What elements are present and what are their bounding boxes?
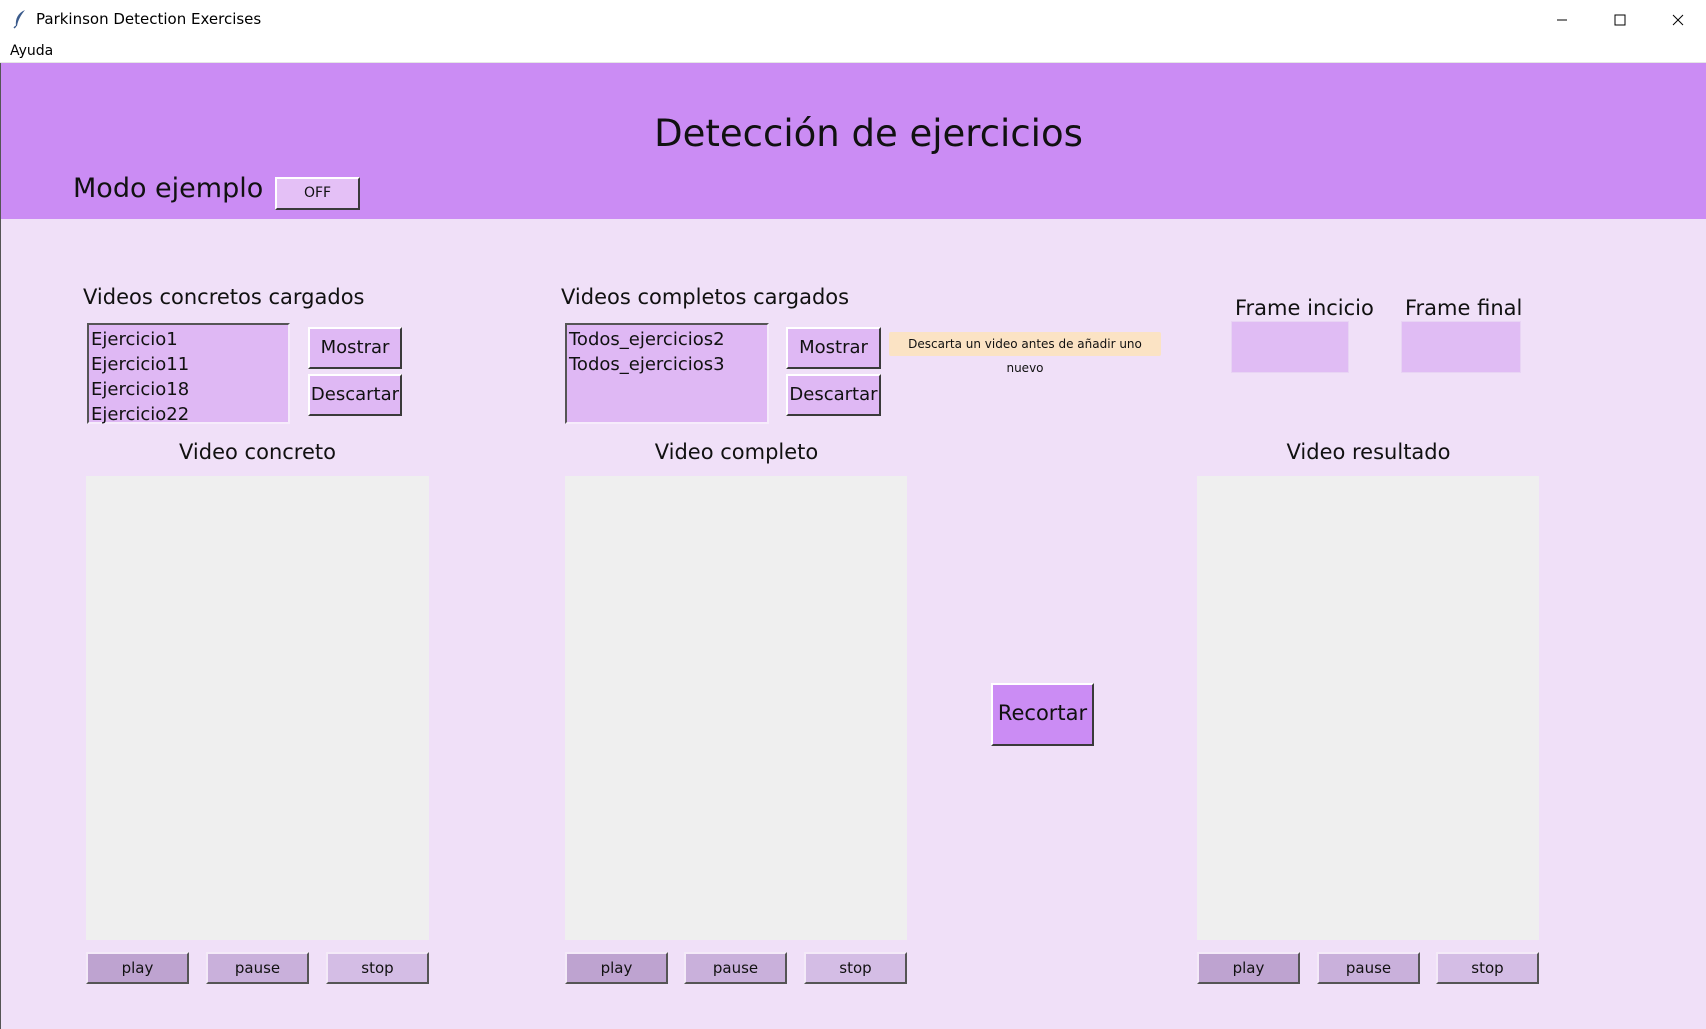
concretos-discard-button[interactable]: Descartar — [308, 374, 402, 416]
completo-play-button[interactable]: play — [565, 952, 668, 984]
list-item[interactable]: Ejercicio11 — [91, 352, 288, 377]
window-title: Parkinson Detection Exercises — [36, 10, 262, 28]
menu-bar — [0, 39, 1706, 63]
completo-pause-button[interactable]: pause — [684, 952, 787, 984]
frame-end-label: Frame final — [1405, 296, 1523, 320]
video-resultado-label: Video resultado — [1286, 440, 1451, 464]
resultado-stop-button[interactable]: stop — [1436, 952, 1539, 984]
video-concreto-label: Video concreto — [179, 440, 336, 464]
page-title: Detección de ejercicios — [654, 112, 1083, 155]
concretos-listbox[interactable]: Ejercicio1 Ejercicio11 Ejercicio18 Ejerc… — [87, 323, 290, 427]
discard-tooltip: Descarta un video antes de añadir uno nu… — [889, 332, 1161, 375]
list-item[interactable]: Ejercicio22 — [91, 402, 288, 427]
video-concreto-panel — [86, 476, 429, 940]
close-icon[interactable] — [1649, 0, 1706, 39]
concreto-play-button[interactable]: play — [86, 952, 189, 984]
resultado-pause-button[interactable]: pause — [1317, 952, 1420, 984]
minimize-icon[interactable] — [1533, 0, 1591, 39]
maximize-icon[interactable] — [1591, 0, 1649, 39]
list-item[interactable]: Ejercicio18 — [91, 377, 288, 402]
video-completo-panel — [565, 476, 907, 940]
video-completo-label: Video completo — [654, 440, 819, 464]
list-item[interactable]: Todos_ejercicios2 — [569, 327, 767, 352]
completos-label: Videos completos cargados — [561, 285, 850, 309]
completos-discard-button[interactable]: Descartar — [786, 374, 881, 416]
resultado-play-button[interactable]: play — [1197, 952, 1300, 984]
concreto-stop-button[interactable]: stop — [326, 952, 429, 984]
completo-stop-button[interactable]: stop — [804, 952, 907, 984]
feather-icon — [12, 9, 28, 29]
concretos-label: Videos concretos cargados — [83, 285, 365, 309]
concreto-pause-button[interactable]: pause — [206, 952, 309, 984]
list-item[interactable]: Todos_ejercicios3 — [569, 352, 767, 377]
mode-label: Modo ejemplo — [73, 173, 264, 204]
list-item[interactable]: Ejercicio1 — [91, 327, 288, 352]
recortar-button[interactable]: Recortar — [991, 683, 1094, 746]
menu-item-ayuda[interactable]: Ayuda — [10, 39, 53, 63]
frame-start-label: Frame incicio — [1235, 296, 1374, 320]
concretos-show-button[interactable]: Mostrar — [308, 327, 402, 369]
video-resultado-panel — [1197, 476, 1539, 940]
frame-start-input[interactable] — [1231, 321, 1349, 373]
mode-toggle-button[interactable]: OFF — [275, 177, 360, 210]
completos-show-button[interactable]: Mostrar — [786, 327, 881, 369]
frame-end-input[interactable] — [1401, 321, 1521, 373]
completos-listbox[interactable]: Todos_ejercicios2 Todos_ejercicios3 — [565, 323, 769, 424]
